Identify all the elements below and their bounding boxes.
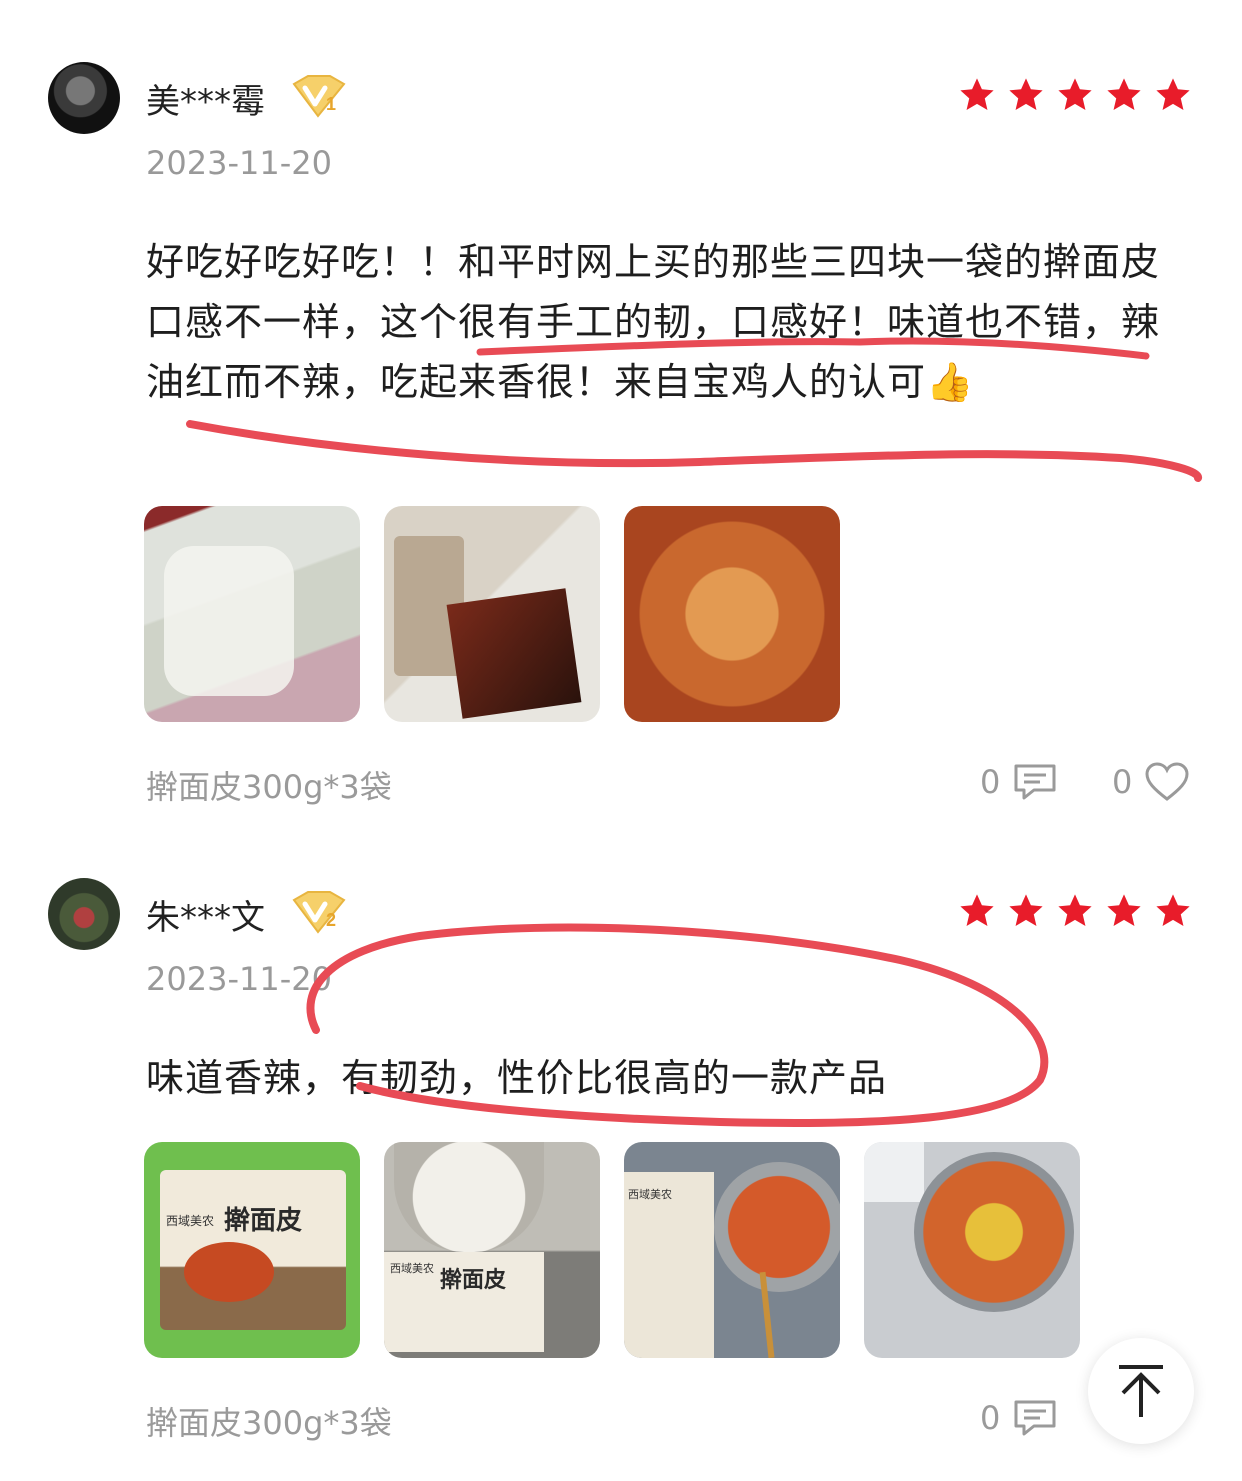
vip-badge-icon: 2	[292, 891, 346, 934]
comment-button[interactable]: 0	[980, 762, 1058, 802]
review-text: 味道香辣，有韧劲，性价比很高的一款产品	[146, 1056, 888, 1100]
comment-icon	[1014, 764, 1056, 800]
star-icon	[1058, 894, 1092, 927]
like-count: 0	[1112, 763, 1133, 801]
review-text: 好吃好吃好吃！！和平时网上买的那些三四块一袋的擀面皮口感不一样，这个很有手工的韧…	[146, 240, 1161, 404]
star-icon	[960, 894, 994, 927]
review-photo[interactable]: 西域美农	[624, 1142, 840, 1358]
comment-count: 0	[980, 763, 1001, 801]
star-icon	[1009, 894, 1043, 927]
review-date: 2023-11-20	[146, 960, 332, 998]
review-photo[interactable]: 擀面皮 西域美农	[144, 1142, 360, 1358]
username: 朱***文	[146, 898, 265, 938]
star-icon	[1058, 78, 1092, 111]
annotation-underline	[186, 420, 1202, 482]
arrow-up-icon	[1119, 1365, 1163, 1417]
avatar[interactable]	[48, 878, 120, 950]
star-icon	[960, 78, 994, 111]
package-brand: 西域美农	[628, 1188, 672, 1201]
rating-stars	[958, 76, 1192, 114]
package-label: 擀面皮	[224, 1206, 303, 1236]
review-date: 2023-11-20	[146, 144, 332, 182]
comment-count: 0	[980, 1399, 1001, 1437]
package-brand: 西域美农	[166, 1214, 215, 1228]
like-button[interactable]: 0	[1112, 762, 1190, 802]
star-icon	[1107, 78, 1141, 111]
product-sku: 擀面皮300g*3袋	[146, 1404, 392, 1442]
package-brand: 西域美农	[390, 1262, 434, 1275]
star-icon	[1009, 78, 1043, 111]
star-icon	[1156, 78, 1190, 111]
review-photos	[144, 506, 840, 722]
heart-icon	[1145, 762, 1189, 801]
svg-text:1: 1	[326, 94, 336, 114]
comment-icon	[1014, 1400, 1056, 1436]
username: 美***霉	[146, 82, 265, 122]
star-icon	[1156, 894, 1190, 927]
rating-stars	[958, 892, 1192, 930]
vip-badge-icon: 1	[292, 75, 346, 118]
review-photo[interactable]: 擀面皮 西域美农	[384, 1142, 600, 1358]
review-photo[interactable]	[624, 506, 840, 722]
svg-text:2: 2	[326, 910, 336, 930]
back-to-top-button[interactable]	[1088, 1338, 1194, 1444]
review-photo[interactable]	[864, 1142, 1080, 1358]
star-icon	[1107, 894, 1141, 927]
review-photo[interactable]	[384, 506, 600, 722]
package-label: 擀面皮	[440, 1268, 507, 1293]
comment-button[interactable]: 0	[980, 1398, 1058, 1438]
review-photo[interactable]	[144, 506, 360, 722]
product-sku: 擀面皮300g*3袋	[146, 768, 392, 806]
avatar[interactable]	[48, 62, 120, 134]
review-photos: 擀面皮 西域美农 擀面皮 西域美农 西域美农	[144, 1142, 1080, 1358]
